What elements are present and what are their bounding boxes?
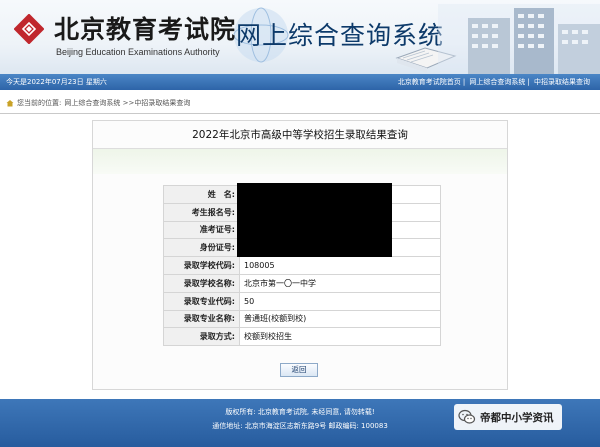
buildings-decoration-icon [438,4,600,74]
field-label: 录取方式: [163,327,240,347]
top-nav-bar: 今天是2022年07月23日 星期六 北京教育考试院首页 | 网上综合查询系统 | … [0,74,600,90]
site-header: 北京教育考试院 Beijing Education Examinations A… [0,0,600,74]
back-button[interactable]: 返回 [280,363,318,377]
field-value: 50 [239,291,441,311]
title-band [93,149,507,174]
field-label: 准考证号: [163,220,240,240]
table-row: 录取学校名称: 北京市第一〇一中学 [163,273,441,293]
home-icon [6,100,14,107]
breadcrumb-path[interactable]: 网上综合查询系统 >>中招录取结果查询 [64,98,190,108]
field-value: 北京市第一〇一中学 [239,273,441,293]
field-label: 录取学校名称: [163,273,240,293]
breadcrumb: 您当前的位置: 网上综合查询系统 >>中招录取结果查询 [6,96,190,110]
redaction-mask [237,183,392,257]
breadcrumb-divider [0,113,600,114]
field-label: 身份证号: [163,238,240,258]
table-row: 录取方式: 校额到校招生 [163,327,441,347]
field-label: 录取学校代码: [163,256,240,275]
nav-link-admission-result[interactable]: 中招录取结果查询 [532,78,592,86]
page-title: 2022年北京市高级中等学校招生录取结果查询 [93,121,507,149]
nav-link-query-system[interactable]: 网上综合查询系统 [467,78,527,86]
logo-english-name: Beijing Education Examinations Authority [56,47,220,57]
field-label: 录取专业代码: [163,291,240,311]
nav-link-exam-authority-home[interactable]: 北京教育考试院首页 [396,78,463,86]
logo-icon [14,14,44,44]
field-label: 考生报名号: [163,202,240,222]
field-label: 录取专业名称: [163,309,240,329]
field-value: 108005 [239,256,441,275]
watermark-text: 帝都中小学资讯 [480,411,554,424]
result-panel: 2022年北京市高级中等学校招生录取结果查询 姓 名: 考生报名号: 准考证号:… [92,120,508,390]
table-row: 录取专业名称: 普通班(校额到校) [163,309,441,329]
current-date: 今天是2022年07月23日 星期六 [6,78,107,86]
wechat-icon [458,409,476,424]
field-value: 普通班(校额到校) [239,309,441,329]
watermark: 帝都中小学资讯 [454,404,562,430]
table-row: 录取专业代码: 50 [163,291,441,311]
breadcrumb-prefix: 您当前的位置: [17,99,62,107]
nav-links: 北京教育考试院首页 | 网上综合查询系统 | 中招录取结果查询 [396,78,592,86]
field-label: 姓 名: [163,185,240,204]
table-row: 录取学校代码: 108005 [163,256,441,275]
field-value: 校额到校招生 [239,327,441,347]
logo-chinese-name: 北京教育考试院 [54,15,237,44]
